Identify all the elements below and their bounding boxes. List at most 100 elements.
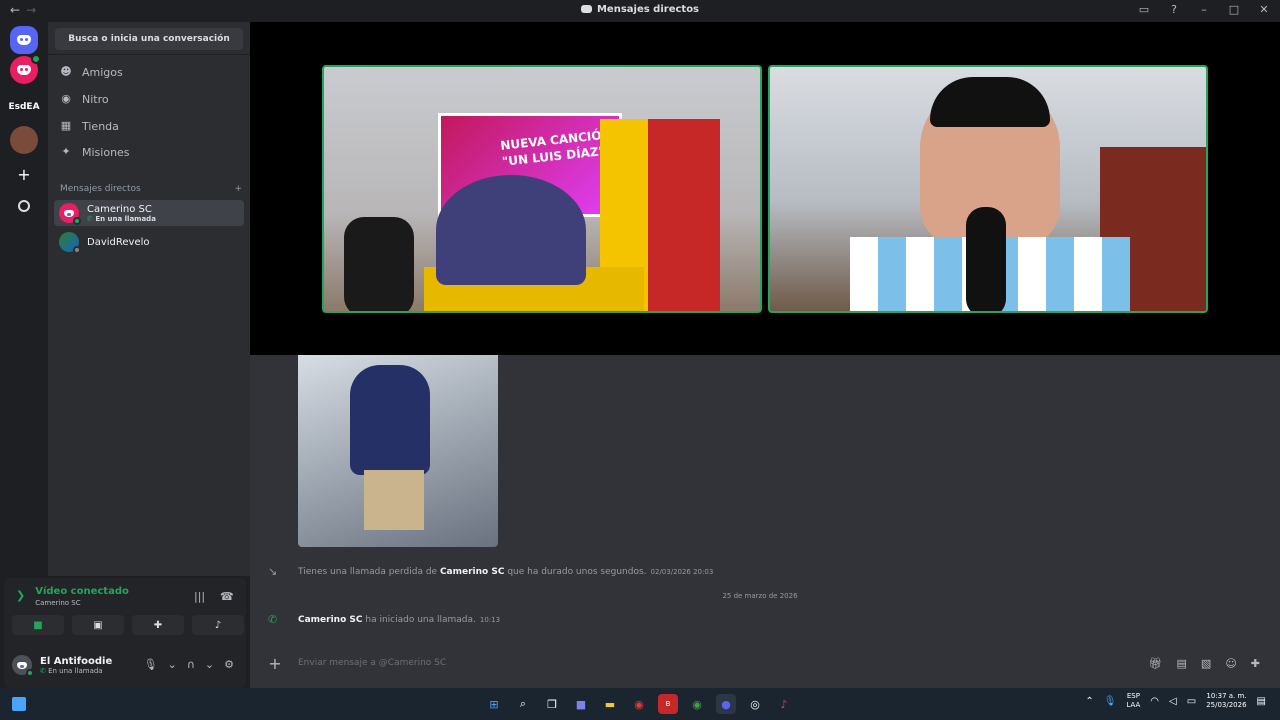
minimize-icon[interactable]: – (1196, 3, 1212, 16)
dm-header-label: Mensajes directos (60, 184, 141, 194)
video-call-stage: NUEVA CANCIÓN "UN LUIS DÍAZ" (250, 22, 1280, 355)
video-tile-camerino[interactable]: NUEVA CANCIÓN "UN LUIS DÍAZ" (322, 65, 762, 313)
obs-icon[interactable]: ◎ (745, 694, 765, 714)
settings-gear-icon[interactable]: ⚙ (224, 658, 234, 671)
start-icon[interactable]: ⊞ (484, 694, 504, 714)
gif-icon[interactable]: ▤ (1177, 657, 1187, 670)
avatar (59, 203, 81, 225)
create-dm-icon[interactable]: + (234, 184, 242, 194)
inbox-icon[interactable]: ▭ (1136, 3, 1152, 16)
friends-icon: ☻ (60, 65, 72, 78)
emoji-icon[interactable]: ☺ (1225, 657, 1236, 670)
maximize-icon[interactable]: □ (1226, 3, 1242, 16)
tiktok-icon[interactable]: ♪ (774, 694, 794, 714)
activities-button[interactable]: ✚ (132, 615, 184, 635)
help-icon[interactable]: ? (1166, 3, 1182, 16)
call-text: ha iniciado una llamada. (365, 614, 476, 625)
disconnect-icon[interactable]: ☎ (220, 590, 234, 603)
chrome-profile-icon[interactable]: ◉ (687, 694, 707, 714)
microphone-tray-icon[interactable]: 🎙︎ (1104, 696, 1117, 707)
missed-call-message: ↘ Tienes una llamada perdida de Camerino… (268, 565, 713, 578)
noise-suppression-icon[interactable]: ||| (194, 590, 205, 603)
dm-item-camerino[interactable]: Camerino SC ✆ En una llamada (54, 200, 244, 226)
server-avatar-button[interactable] (10, 126, 38, 154)
online-status-icon (73, 217, 81, 225)
message-input[interactable]: Enviar mensaje a @Camerino SC (298, 658, 1149, 668)
language-indicator[interactable]: ESP LAA (1126, 692, 1140, 710)
dm-item-davidrevelo[interactable]: DavidRevelo (54, 229, 244, 255)
nav-item-nitro[interactable]: ◉ Nitro (56, 87, 242, 111)
discord-avatar-icon (64, 209, 74, 217)
headphones-icon[interactable]: ∩ (187, 658, 195, 671)
teams-icon[interactable]: ■ (571, 694, 591, 714)
bae-app-icon[interactable]: B (658, 694, 678, 714)
message-username[interactable]: Camerino SC (298, 615, 363, 625)
clock[interactable]: 10:37 a. m. 25/03/2026 (1206, 692, 1246, 710)
microphone-icon[interactable]: 🎙︎ (144, 658, 158, 671)
cap-shape (930, 77, 1050, 127)
apps-icon[interactable]: ✚ (1251, 657, 1260, 670)
sticker-icon[interactable]: ▧ (1201, 657, 1211, 670)
divider (48, 54, 250, 55)
os-taskbar: ⊞ ⌕ ❐ ■ ▬ ◉ B ◉ ● ◎ ♪ ⌃ 🎙︎ ESP LAA ◠ ◁ ▭ … (0, 688, 1280, 720)
nav-item-quests[interactable]: ✦ Misiones (56, 140, 242, 164)
gift-icon[interactable]: 🎁︎ (1149, 657, 1163, 670)
close-icon[interactable]: ✕ (1256, 3, 1272, 16)
search-button[interactable]: Busca o inicia una conversación (55, 28, 243, 50)
window-titlebar: ←→ Mensajes directos ▭ ? – □ ✕ (0, 0, 1280, 22)
soundboard-button[interactable]: ♪ (192, 615, 244, 635)
nav-item-friends[interactable]: ☻ Amigos (56, 60, 242, 84)
voice-connection-panel: ❯ Vídeo conectado Camerino SC ||| ☎ ■ ▣ … (4, 578, 246, 688)
microphone-shape (966, 207, 1006, 311)
screen-share-icon: ▣ (93, 619, 103, 631)
screen-share-button[interactable]: ▣ (72, 615, 124, 635)
clock-date: 25/03/2026 (1206, 701, 1247, 709)
online-status-icon (26, 669, 34, 677)
chevron-up-icon[interactable]: ⌃ (1085, 696, 1093, 707)
cap-shape (436, 175, 586, 285)
battery-icon[interactable]: ▭ (1187, 696, 1196, 707)
home-button[interactable] (10, 26, 38, 54)
discord-server-button[interactable] (10, 54, 41, 84)
window-title-text: Mensajes directos (596, 4, 700, 15)
discord-taskbar-icon[interactable]: ● (716, 694, 736, 714)
voice-actions: ■ ▣ ✚ ♪ (12, 615, 244, 635)
clock-time: 10:37 a. m. (1206, 692, 1247, 700)
lang-top: ESP (1126, 692, 1140, 700)
chevron-down-icon[interactable]: ⌄ (168, 658, 177, 671)
chrome-icon[interactable]: ◉ (629, 694, 649, 714)
discord-avatar-icon (17, 661, 27, 669)
dm-name: DavidRevelo (87, 236, 150, 248)
missed-suffix: que ha durado unos segundos. (507, 566, 647, 577)
nav-label: Tienda (82, 119, 119, 133)
message-username[interactable]: Camerino SC (440, 567, 505, 577)
notifications-icon[interactable]: ▤ (1257, 696, 1266, 707)
window-controls: ▭ ? – □ ✕ (1136, 3, 1272, 16)
task-view-icon[interactable]: ❐ (542, 694, 562, 714)
add-server-icon[interactable]: + (10, 160, 38, 188)
avatar (59, 232, 81, 254)
video-tile-self[interactable] (768, 65, 1208, 313)
voice-channel[interactable]: Camerino SC (35, 599, 129, 607)
user-status: ✆ En una llamada (40, 667, 112, 675)
camera-button[interactable]: ■ (12, 615, 64, 635)
dm-header: Mensajes directos + (60, 184, 242, 194)
message-timestamp: 02/03/2026 20:03 (650, 567, 714, 576)
chevron-down-icon[interactable]: ⌄ (205, 658, 214, 671)
dm-text: Camerino SC ✆ En una llamada (87, 204, 156, 223)
volume-icon[interactable]: ◁ (1169, 696, 1177, 707)
nitro-icon: ◉ (61, 92, 71, 105)
wifi-icon[interactable]: ◠ (1150, 696, 1159, 707)
signal-icon[interactable]: ❯ (16, 589, 25, 602)
user-avatar[interactable] (12, 655, 34, 677)
date-divider: 25 de marzo de 2026 (722, 592, 798, 600)
gif-attachment[interactable] (298, 355, 498, 547)
search-icon[interactable]: ⌕ (513, 694, 533, 714)
attach-plus-icon[interactable]: + (260, 654, 290, 673)
soundboard-icon: ♪ (214, 619, 222, 631)
nav-item-shop[interactable]: ▦ Tienda (56, 114, 242, 138)
server-label[interactable]: EsdEA (0, 102, 48, 112)
discover-icon[interactable] (10, 192, 38, 220)
file-explorer-icon[interactable]: ▬ (600, 694, 620, 714)
widgets-icon[interactable] (12, 697, 26, 711)
